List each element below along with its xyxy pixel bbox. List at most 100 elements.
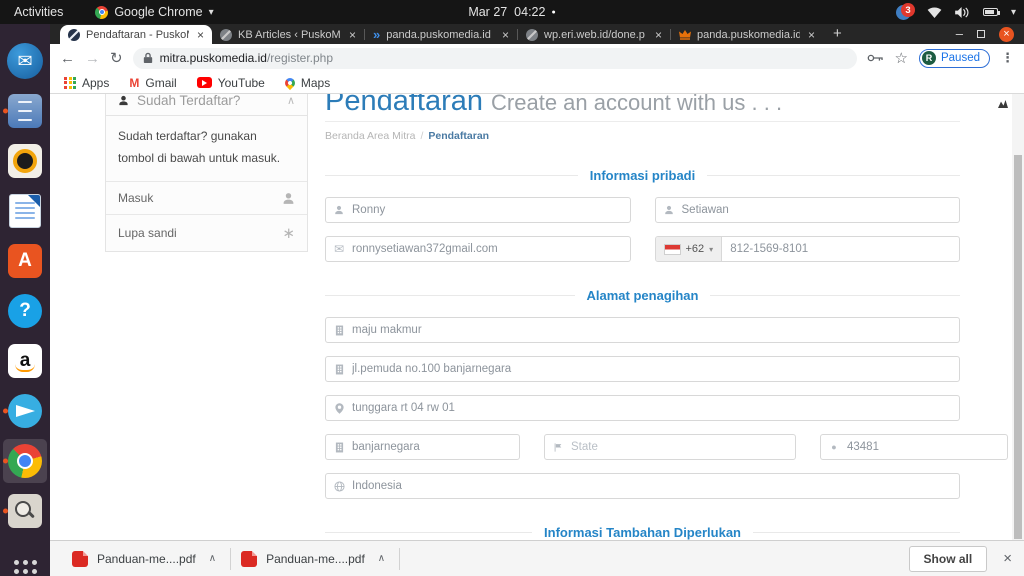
dock-telegram-icon[interactable] bbox=[0, 392, 50, 430]
globe-icon bbox=[326, 481, 352, 492]
phone-field-group: +62 ▾ bbox=[654, 236, 960, 263]
email-input[interactable] bbox=[352, 237, 630, 262]
notification-badge[interactable]: 3 bbox=[895, 3, 915, 21]
street2-field-group bbox=[325, 395, 960, 422]
dock-amazon-icon[interactable]: a bbox=[0, 342, 50, 380]
section-additional-info: Informasi Tambahan Diperlukan bbox=[325, 525, 960, 540]
puskomedia-favicon bbox=[68, 28, 80, 41]
login-panel-header[interactable]: Sudah Terdaftar? ∧ bbox=[106, 94, 307, 116]
first-name-input[interactable] bbox=[352, 198, 630, 223]
page-scrollbar[interactable] bbox=[1012, 94, 1024, 540]
clock-label: Mar 27 04:22 bbox=[468, 5, 546, 19]
dock-rhythmbox-icon[interactable] bbox=[0, 142, 50, 180]
last-name-input[interactable] bbox=[681, 198, 959, 223]
person-icon bbox=[282, 192, 295, 205]
wp-favicon bbox=[526, 28, 538, 41]
phone-input[interactable] bbox=[722, 237, 959, 262]
tab-close-icon[interactable]: × bbox=[500, 28, 511, 42]
street2-input[interactable] bbox=[352, 396, 959, 421]
state-input[interactable] bbox=[571, 435, 795, 460]
registration-main: Pendaftaran Create an account with us . .… bbox=[325, 94, 1008, 540]
city-input[interactable] bbox=[352, 435, 519, 460]
phone-country-select[interactable]: +62 ▾ bbox=[655, 237, 723, 262]
kb-favicon bbox=[220, 28, 232, 41]
section-billing-address: Alamat penagihan bbox=[325, 288, 960, 303]
dock-ubuntu-software-icon[interactable]: A bbox=[0, 242, 50, 280]
forgot-password-link[interactable]: Lupa sandi ∗ bbox=[106, 214, 307, 251]
person-icon bbox=[118, 95, 129, 106]
tab-close-icon[interactable]: × bbox=[347, 28, 358, 42]
bookmark-youtube[interactable]: YouTube bbox=[196, 76, 265, 90]
app-menu-label: Google Chrome bbox=[114, 5, 203, 19]
app-menu[interactable]: Google Chrome ▾ bbox=[95, 5, 214, 19]
tab-kb-articles[interactable]: KB Articles ‹ PuskoMe × bbox=[212, 25, 364, 44]
tab-panda-1[interactable]: » panda.puskomedia.id × bbox=[365, 25, 517, 44]
volume-icon bbox=[955, 6, 970, 18]
back-button[interactable]: ← bbox=[60, 51, 75, 66]
clock[interactable]: Mar 27 04:22 ● bbox=[468, 5, 555, 19]
street-input[interactable] bbox=[352, 357, 959, 382]
postcode-input[interactable] bbox=[847, 435, 1007, 460]
bookmark-maps[interactable]: Maps bbox=[282, 75, 330, 90]
tab-panda-2[interactable]: panda.puskomedia.id × bbox=[671, 25, 823, 44]
dock-help-icon[interactable]: ? bbox=[0, 292, 50, 330]
page-content: Sudah Terdaftar? ∧ Sudah terdaftar? guna… bbox=[50, 94, 1024, 540]
breadcrumb-home[interactable]: Beranda Area Mitra bbox=[325, 130, 415, 142]
country-field-group bbox=[325, 473, 960, 500]
dock-libreoffice-writer-icon[interactable] bbox=[0, 192, 50, 230]
map-pin-icon bbox=[326, 403, 352, 414]
login-link[interactable]: Masuk bbox=[106, 182, 307, 214]
show-all-downloads-button[interactable]: Show all bbox=[908, 545, 988, 572]
bookmark-star-icon[interactable]: ☆ bbox=[895, 49, 908, 67]
first-name-field-group bbox=[325, 197, 631, 224]
activities-button[interactable]: Activities bbox=[0, 5, 77, 19]
dock-screenshot-icon[interactable] bbox=[0, 492, 50, 530]
download-item[interactable]: Panduan-me....pdf ∧ bbox=[231, 541, 399, 576]
profile-chip[interactable]: R Paused bbox=[918, 48, 990, 68]
dock-thunderbird-icon[interactable]: ✉ bbox=[0, 42, 50, 80]
dock-app-grid-icon[interactable] bbox=[0, 552, 50, 576]
browser-toolbar: ← → ↻ mitra.puskomedia.id/register.php ☆… bbox=[50, 44, 1024, 72]
maximize-button[interactable] bbox=[977, 30, 985, 38]
tab-pendaftaran[interactable]: Pendaftaran - PuskoM × bbox=[60, 25, 212, 44]
scrollbar-thumb[interactable] bbox=[1014, 155, 1022, 539]
company-input[interactable] bbox=[352, 318, 959, 343]
breadcrumb-current: Pendaftaran bbox=[428, 130, 490, 143]
tab-close-icon[interactable]: × bbox=[195, 28, 206, 42]
state-field-group bbox=[544, 434, 796, 461]
url-text: mitra.puskomedia.id/register.php bbox=[159, 51, 334, 65]
download-menu-chevron-icon[interactable]: ∧ bbox=[378, 553, 385, 564]
close-window-button[interactable]: × bbox=[999, 26, 1014, 42]
download-menu-chevron-icon[interactable]: ∧ bbox=[209, 553, 216, 564]
dock-files-icon[interactable] bbox=[0, 92, 50, 130]
forward-button[interactable]: → bbox=[85, 51, 100, 66]
crown-favicon bbox=[679, 29, 691, 40]
tab-close-icon[interactable]: × bbox=[653, 28, 664, 42]
minimize-button[interactable]: – bbox=[956, 27, 963, 40]
dot-marker-icon: ● bbox=[831, 442, 837, 453]
tab-close-icon[interactable]: × bbox=[806, 28, 817, 42]
password-key-icon[interactable] bbox=[867, 53, 884, 63]
reload-button[interactable]: ↻ bbox=[110, 51, 123, 66]
download-item[interactable]: Panduan-me....pdf ∧ bbox=[62, 541, 230, 576]
chrome-icon bbox=[95, 5, 109, 19]
system-status-area[interactable]: 3 ▾ bbox=[895, 3, 1016, 21]
page-title: Pendaftaran Create an account with us . .… bbox=[325, 94, 960, 118]
toolbar-actions: ☆ R Paused ⋮ bbox=[867, 48, 1014, 68]
chevron-down-icon: ▾ bbox=[709, 244, 714, 254]
flag-icon bbox=[545, 442, 571, 453]
dock: ✉ A ? a bbox=[0, 24, 50, 576]
wifi-icon bbox=[927, 7, 942, 18]
bookmark-apps[interactable]: Apps bbox=[64, 76, 109, 90]
breadcrumb: Beranda Area Mitra / Pendaftaran bbox=[325, 130, 490, 143]
new-tab-button[interactable]: + bbox=[833, 25, 842, 42]
envelope-icon: ✉ bbox=[333, 242, 345, 257]
menu-kebab-icon[interactable]: ⋮ bbox=[1001, 50, 1014, 66]
collapse-chevron-icon[interactable]: ∧ bbox=[287, 94, 295, 107]
bookmark-gmail[interactable]: M Gmail bbox=[129, 76, 176, 90]
dock-chrome-icon[interactable] bbox=[0, 439, 50, 483]
tab-wp-eri[interactable]: wp.eri.web.id/done.p × bbox=[518, 25, 670, 44]
close-downloads-bar-icon[interactable]: × bbox=[1003, 550, 1012, 567]
address-bar[interactable]: mitra.puskomedia.id/register.php bbox=[132, 47, 857, 69]
country-input[interactable] bbox=[352, 474, 959, 499]
